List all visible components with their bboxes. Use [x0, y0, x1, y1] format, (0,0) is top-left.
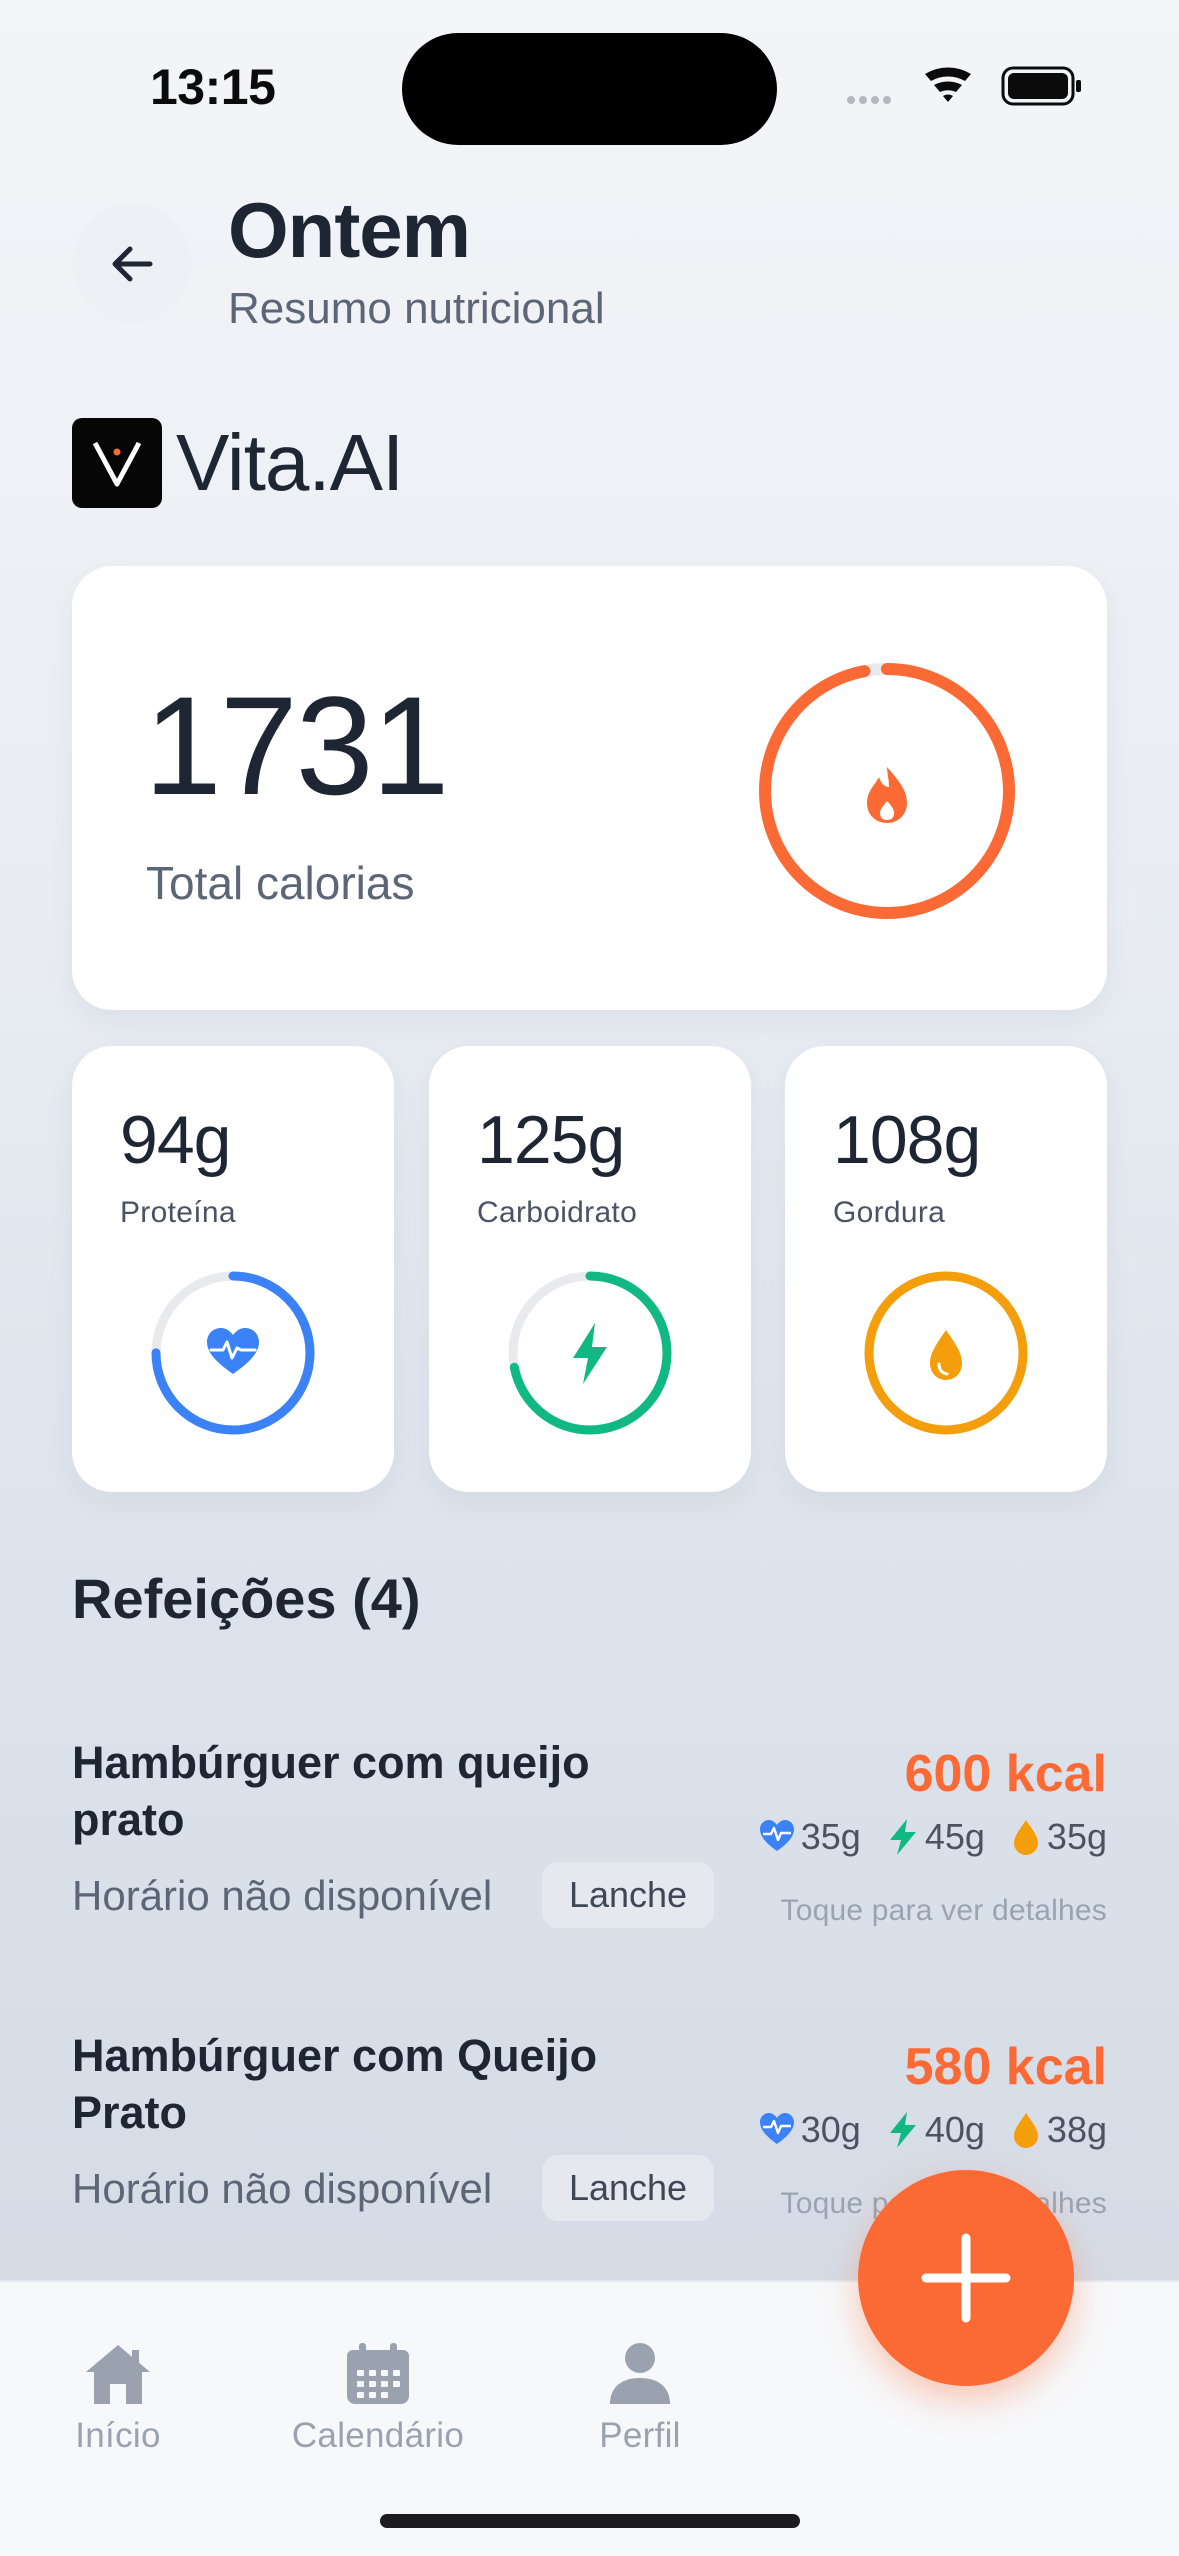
- page-subtitle: Resumo nutricional: [228, 284, 605, 333]
- logo-v-icon: [92, 441, 142, 487]
- plus-icon: [921, 2233, 1011, 2323]
- meal-hint: Toque para ver detalhes: [780, 1894, 1107, 1927]
- meal-macros: 35g 45g 35g: [733, 1816, 1107, 1858]
- meal-type-badge: Lanche: [542, 1862, 714, 1928]
- nav-item-calendario[interactable]: Calendário: [278, 2342, 478, 2456]
- back-button[interactable]: [72, 204, 192, 324]
- home-icon: [86, 2345, 150, 2404]
- heart-pulse-icon: [759, 2113, 794, 2144]
- nav-label: Perfil: [599, 2416, 681, 2455]
- protein-card[interactable]: 94g Proteína: [72, 1046, 394, 1492]
- fat-value: 108g: [833, 1102, 981, 1178]
- carbs-value: 125g: [477, 1102, 625, 1178]
- meal-protein: 35g: [800, 1816, 861, 1857]
- person-icon: [610, 2343, 670, 2404]
- calories-label: Total calorias: [146, 857, 415, 909]
- drop-icon: [930, 1330, 962, 1380]
- heart-pulse-icon: [759, 1820, 794, 1851]
- lightning-icon: [889, 2112, 916, 2148]
- meal-kcal: 580 kcal: [904, 2038, 1107, 2096]
- calories-value: 1731: [144, 667, 449, 824]
- cellular-signal-icon: [847, 96, 891, 104]
- lightning-icon: [573, 1323, 607, 1384]
- nav-label: Início: [75, 2416, 161, 2455]
- arrow-left-icon: [112, 246, 153, 282]
- wifi-icon: [925, 67, 971, 102]
- meal-macros: 30g 40g 38g: [733, 2109, 1107, 2151]
- carbs-ring: [508, 1271, 672, 1435]
- meal-type-badge: Lanche: [542, 2155, 714, 2221]
- page-title: Ontem: [228, 186, 471, 274]
- battery-icon: [1001, 66, 1081, 106]
- protein-label: Proteína: [120, 1196, 236, 1229]
- nav-item-perfil[interactable]: Perfil: [580, 2342, 700, 2456]
- flame-icon: [867, 767, 907, 823]
- fat-ring: [864, 1271, 1028, 1435]
- calories-card[interactable]: 1731 Total calorias: [72, 566, 1107, 1010]
- meal-carbs: 45g: [924, 1816, 985, 1857]
- meal-time: Horário não disponível: [72, 2165, 493, 2212]
- protein-value: 94g: [120, 1102, 231, 1178]
- lightning-icon: [889, 1819, 916, 1855]
- dynamic-island: [402, 33, 777, 145]
- calendar-icon: [347, 2343, 409, 2404]
- meal-name: Hambúrguer com queijo prato: [72, 1737, 590, 1845]
- fat-card[interactable]: 108g Gordura: [785, 1046, 1107, 1492]
- drop-icon: [1013, 2113, 1038, 2148]
- meal-fat: 35g: [1046, 1816, 1107, 1857]
- status-icons: [847, 66, 1081, 106]
- divider: [72, 2012, 1107, 2014]
- add-meal-button[interactable]: [858, 2170, 1074, 2386]
- brand-logo: [72, 418, 162, 508]
- brand-name: Vita.AI: [176, 418, 404, 507]
- meals-section-title: Refeições (4): [72, 1567, 421, 1630]
- meal-carbs: 40g: [924, 2109, 985, 2150]
- drop-icon: [1013, 1820, 1038, 1855]
- meal-kcal: 600 kcal: [904, 1745, 1107, 1803]
- heart-pulse-icon: [207, 1328, 259, 1374]
- home-indicator: [380, 2514, 800, 2528]
- meal-name: Hambúrguer com Queijo Prato: [72, 2030, 598, 2138]
- carbs-card[interactable]: 125g Carboidrato: [429, 1046, 751, 1492]
- carbs-label: Carboidrato: [477, 1196, 638, 1229]
- fat-label: Gordura: [833, 1196, 946, 1229]
- status-time: 13:15: [150, 59, 276, 115]
- protein-ring: [151, 1271, 315, 1435]
- meal-item[interactable]: Hambúrguer com queijo prato Horário não …: [72, 1734, 1107, 2014]
- meal-protein: 30g: [800, 2109, 861, 2150]
- calories-ring: [759, 663, 1015, 919]
- nav-label: Calendário: [291, 2416, 465, 2455]
- meal-fat: 38g: [1046, 2109, 1107, 2150]
- meal-time: Horário não disponível: [72, 1872, 493, 1919]
- nav-item-inicio[interactable]: Início: [62, 2342, 174, 2456]
